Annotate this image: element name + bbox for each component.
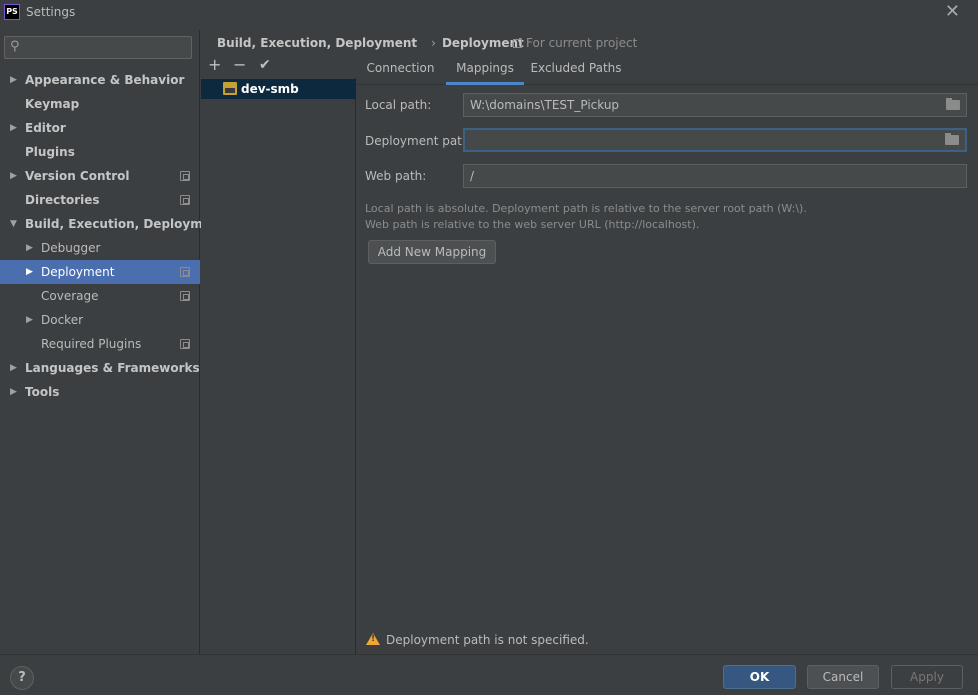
server-item-dev-smb[interactable]: dev-smb — [201, 79, 356, 99]
scope-label: For current project — [526, 36, 638, 50]
remove-server-icon[interactable]: − — [233, 56, 246, 74]
sidebar-item-label: Appearance & Behavior — [25, 73, 185, 87]
server-list: dev-smb — [201, 78, 356, 654]
chevron-right-icon[interactable]: ▶ — [26, 260, 33, 284]
smb-server-icon — [223, 82, 237, 95]
chevron-right-icon[interactable]: ▶ — [10, 116, 17, 140]
search-box[interactable]: ⚲ — [4, 36, 192, 59]
project-scope-icon — [180, 267, 190, 277]
sidebar-item-debugger[interactable]: ▶ Debugger — [0, 236, 200, 260]
sidebar-item-version-control[interactable]: ▶ Version Control — [0, 164, 200, 188]
window-title: Settings — [26, 5, 76, 19]
sidebar-item-appearance-behavior[interactable]: ▶ Appearance & Behavior — [0, 68, 200, 92]
folder-icon[interactable] — [946, 98, 960, 110]
scope-indicator: For current project — [513, 36, 637, 50]
deployment-path-label: Deployment path: — [365, 134, 474, 148]
sidebar-item-label: Tools — [25, 385, 60, 399]
sidebar-item-tools[interactable]: ▶ Tools — [0, 380, 200, 404]
sidebar-item-label: Deployment — [41, 265, 115, 279]
close-icon[interactable]: ✕ — [945, 1, 960, 22]
web-path-label: Web path: — [365, 169, 427, 183]
app-logo-icon: PS — [4, 4, 20, 20]
set-default-server-icon[interactable]: ✔ — [259, 56, 271, 74]
project-scope-icon — [180, 171, 190, 181]
chevron-right-icon[interactable]: ▶ — [26, 308, 33, 332]
sidebar-item-editor[interactable]: ▶ Editor — [0, 116, 200, 140]
search-input[interactable] — [31, 39, 186, 56]
local-path-field[interactable]: W:\domains\TEST_Pickup — [463, 93, 967, 117]
project-scope-icon — [180, 195, 190, 205]
apply-button[interactable]: Apply — [891, 665, 963, 689]
sidebar-item-label: Keymap — [25, 97, 80, 111]
server-label: dev-smb — [241, 82, 299, 96]
breadcrumb: Build, Execution, Deployment › Deployment — [217, 36, 530, 50]
chevron-right-icon[interactable]: ▶ — [10, 68, 17, 92]
sidebar-item-label: Debugger — [41, 241, 101, 255]
web-path-value: / — [470, 169, 475, 183]
sidebar-item-deployment[interactable]: ▶ Deployment — [0, 260, 200, 284]
chevron-right-icon: › — [431, 36, 436, 50]
sidebar-item-label: Editor — [25, 121, 66, 135]
tab-connection[interactable]: Connection — [357, 56, 444, 85]
folder-icon[interactable] — [945, 133, 959, 145]
settings-sidebar: ⚲ ▶ Appearance & Behavior Keymap ▶ Editor Plu… — [0, 30, 225, 654]
sidebar-item-coverage[interactable]: Coverage — [0, 284, 200, 308]
settings-tree: ▶ Appearance & Behavior Keymap ▶ Editor Plugi… — [0, 68, 225, 404]
sidebar-item-label: Plugins — [25, 145, 75, 159]
chevron-right-icon[interactable]: ▶ — [10, 164, 17, 188]
breadcrumb-current: Deployment — [441, 36, 524, 50]
warning-text: Deployment path is not specified. — [386, 633, 589, 647]
validation-warning: Deployment path is not specified. — [366, 633, 589, 647]
local-path-label: Local path: — [365, 98, 432, 112]
sidebar-item-keymap[interactable]: Keymap — [0, 92, 200, 116]
sidebar-item-docker[interactable]: ▶ Docker — [0, 308, 200, 332]
chevron-right-icon[interactable]: ▶ — [10, 380, 17, 404]
sidebar-item-required-plugins[interactable]: Required Plugins — [0, 332, 200, 356]
web-path-field[interactable]: / — [463, 164, 967, 188]
project-scope-icon — [513, 39, 522, 48]
title-bar: PS Settings ✕ — [0, 0, 978, 26]
chevron-right-icon[interactable]: ▶ — [10, 356, 17, 380]
tab-excluded-paths[interactable]: Excluded Paths — [527, 56, 625, 85]
ok-button[interactable]: OK — [723, 665, 796, 689]
project-scope-icon — [180, 291, 190, 301]
add-server-icon[interactable]: + — [208, 56, 221, 74]
sidebar-item-label: Languages & Frameworks — [25, 361, 200, 375]
deployment-path-field[interactable] — [463, 128, 967, 152]
sidebar-item-label: Directories — [25, 193, 100, 207]
search-icon: ⚲ — [10, 39, 20, 54]
sidebar-item-label: Coverage — [41, 289, 99, 303]
mapping-hint-local: Local path is absolute. Deployment path … — [365, 202, 807, 215]
sidebar-item-label: Docker — [41, 313, 84, 327]
sidebar-item-build-execution-deployment[interactable]: ▼ Build, Execution, Deployment — [0, 212, 225, 236]
cancel-button[interactable]: Cancel — [807, 665, 879, 689]
chevron-down-icon[interactable]: ▼ — [10, 212, 17, 236]
mapping-hint-web: Web path is relative to the web server U… — [365, 218, 700, 231]
breadcrumb-parent[interactable]: Build, Execution, Deployment — [217, 36, 417, 50]
add-new-mapping-button[interactable]: Add New Mapping — [368, 240, 496, 264]
sidebar-item-plugins[interactable]: Plugins — [0, 140, 200, 164]
project-scope-icon — [180, 339, 190, 349]
tab-mappings[interactable]: Mappings — [446, 56, 524, 85]
warning-icon — [366, 633, 380, 645]
tab-bar: Connection Mappings Excluded Paths — [357, 56, 978, 85]
sidebar-item-label: Build, Execution, Deployment — [25, 217, 226, 231]
sidebar-item-label: Required Plugins — [41, 337, 142, 351]
help-button[interactable]: ? — [10, 666, 34, 690]
local-path-value: W:\domains\TEST_Pickup — [470, 98, 620, 112]
dialog-footer: ? OK Cancel Apply — [0, 654, 978, 695]
sidebar-item-languages-frameworks[interactable]: ▶ Languages & Frameworks — [0, 356, 200, 380]
chevron-right-icon[interactable]: ▶ — [26, 236, 33, 260]
sidebar-item-directories[interactable]: Directories — [0, 188, 200, 212]
sidebar-item-label: Version Control — [25, 169, 130, 183]
